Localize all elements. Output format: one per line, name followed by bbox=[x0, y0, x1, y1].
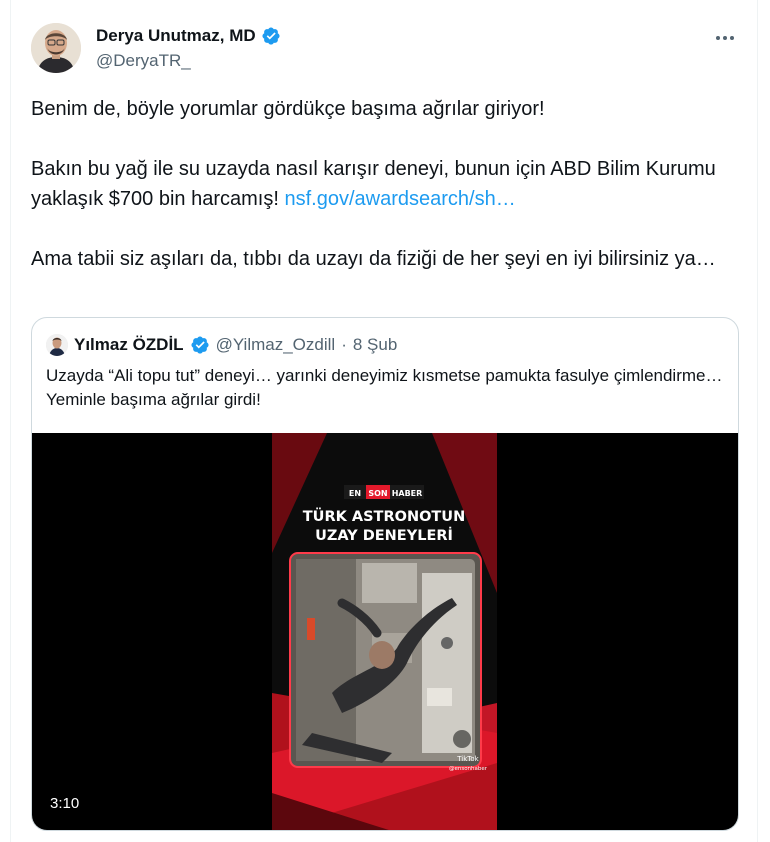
author-name-row[interactable]: Derya Unutmaz, MD bbox=[96, 26, 281, 46]
quoted-tweet[interactable]: Yılmaz ÖZDİL @Yilmaz_Ozdill · 8 Şub Uzay… bbox=[31, 317, 739, 831]
tiktok-label: TikTok bbox=[456, 755, 479, 763]
quoted-tweet-header: Yılmaz ÖZDİL @Yilmaz_Ozdill · 8 Şub bbox=[46, 334, 397, 356]
tweet-body: Benim de, böyle yorumlar gördükçe başıma… bbox=[31, 94, 731, 274]
more-options-icon[interactable] bbox=[713, 28, 737, 48]
tweet-paragraph-3: Ama tabii siz aşıları da, tıbbı da uzayı… bbox=[31, 248, 716, 270]
badge-haber: HABER bbox=[392, 489, 423, 498]
quoted-tweet-text: Uzayda “Ali topu tut” deneyi… yarınki de… bbox=[46, 366, 723, 409]
tweet-paragraph-1: Benim de, böyle yorumlar gördükçe başıma… bbox=[31, 98, 545, 120]
tweet-link[interactable]: nsf.gov/awardsearch/sh… bbox=[284, 188, 515, 210]
video-player[interactable]: EN SON HABER TÜRK ASTRONOTUN UZAY DENEYL… bbox=[32, 433, 738, 830]
quoted-author-name[interactable]: Yılmaz ÖZDİL bbox=[74, 335, 184, 355]
badge-en: EN bbox=[349, 489, 361, 498]
quoted-author-handle[interactable]: @Yilmaz_Ozdill bbox=[216, 335, 336, 355]
badge-son: SON bbox=[368, 489, 387, 498]
separator-dot: · bbox=[341, 335, 347, 354]
tiktok-handle: @ensonhaber bbox=[449, 766, 488, 772]
author-avatar[interactable] bbox=[31, 23, 81, 73]
video-headline-line1: TÜRK ASTRONOTUN bbox=[303, 507, 465, 525]
author-handle[interactable]: @DeryaTR_ bbox=[96, 51, 191, 71]
verified-badge-icon bbox=[190, 335, 210, 355]
video-thumbnail: EN SON HABER TÜRK ASTRONOTUN UZAY DENEYL… bbox=[272, 433, 497, 830]
video-headline-line2: UZAY DENEYLERİ bbox=[315, 527, 453, 544]
author-name[interactable]: Derya Unutmaz, MD bbox=[96, 26, 256, 46]
video-duration: 3:10 bbox=[50, 795, 80, 812]
quoted-tweet-date[interactable]: 8 Şub bbox=[353, 335, 397, 355]
verified-badge-icon bbox=[261, 26, 281, 46]
quoted-author-avatar[interactable] bbox=[46, 334, 68, 356]
tweet-paragraph-2: Bakın bu yağ ile su uzayda nasıl karışır… bbox=[31, 154, 731, 214]
tweet-card: Derya Unutmaz, MD @DeryaTR_ Benim de, bö… bbox=[10, 0, 758, 842]
